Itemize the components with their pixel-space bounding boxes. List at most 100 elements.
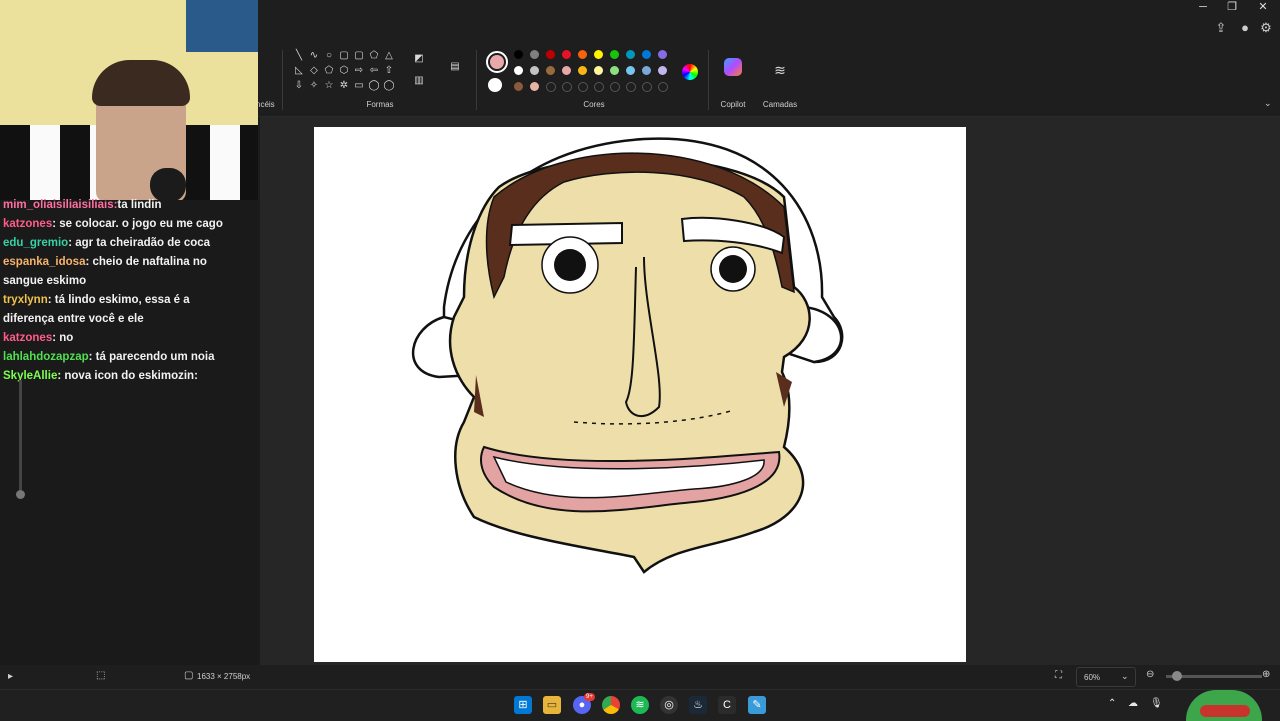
- edit-colors-icon[interactable]: [682, 64, 698, 80]
- outline-icon[interactable]: ◩: [412, 52, 426, 66]
- drawing-canvas[interactable]: [314, 127, 966, 662]
- chat-username[interactable]: SkyleAllie: [3, 370, 57, 382]
- shape-tool-20[interactable]: ◯: [382, 79, 396, 93]
- obs-icon[interactable]: ◎: [660, 696, 678, 714]
- collapse-ribbon-chevron-icon[interactable]: ⌄: [1264, 98, 1276, 109]
- color-swatch[interactable]: [546, 66, 555, 75]
- shapes-gallery[interactable]: ╲ ∿ ○ ▢ ▢ ⬠ △ ◺ ◇ ⬠ ⬡ ⇨ ⇦ ⇧ ⇩ ✧ ☆ ✲ ▭ ◯ ◯: [292, 49, 400, 97]
- color-swatch[interactable]: [530, 50, 539, 59]
- color-swatch[interactable]: [610, 50, 619, 59]
- color-swatch[interactable]: [610, 66, 619, 75]
- account-icon[interactable]: ●: [1237, 20, 1253, 36]
- color-swatch[interactable]: [642, 66, 651, 75]
- zoom-in-icon[interactable]: ⊕: [1262, 669, 1270, 680]
- chat-username[interactable]: katzones: [3, 218, 52, 230]
- empty-color-slot[interactable]: [546, 82, 556, 92]
- color-swatch[interactable]: [514, 82, 523, 91]
- shape-tool-15[interactable]: ✧: [307, 79, 321, 93]
- zoom-dropdown[interactable]: 60% ⌄: [1076, 667, 1136, 687]
- color-swatch[interactable]: [578, 66, 587, 75]
- shape-tool-12[interactable]: ⇦: [367, 64, 381, 78]
- fill-icon[interactable]: ▥: [412, 74, 426, 88]
- color-swatch[interactable]: [514, 66, 523, 75]
- empty-color-slot[interactable]: [626, 82, 636, 92]
- ccleaner-icon[interactable]: C: [718, 696, 736, 714]
- shape-tool-7[interactable]: ◺: [292, 64, 306, 78]
- chrome-icon[interactable]: [602, 696, 620, 714]
- empty-color-slot[interactable]: [658, 82, 668, 92]
- start-windows-icon[interactable]: ⊞: [514, 696, 532, 714]
- shape-tool-13[interactable]: ⇧: [382, 64, 396, 78]
- streamer-hair: [92, 60, 190, 106]
- shape-tool-3[interactable]: ▢: [337, 49, 351, 63]
- color-swatch[interactable]: [658, 66, 667, 75]
- shape-tool-0[interactable]: ╲: [292, 49, 306, 63]
- color-swatch[interactable]: [562, 50, 571, 59]
- color-swatch[interactable]: [594, 66, 603, 75]
- zoom-slider-thumb[interactable]: [1172, 671, 1182, 681]
- color-swatch[interactable]: [594, 50, 603, 59]
- color-swatch[interactable]: [658, 50, 667, 59]
- layers-icon[interactable]: ≋: [772, 62, 788, 78]
- empty-color-slot[interactable]: [578, 82, 588, 92]
- shape-tool-16[interactable]: ☆: [322, 79, 336, 93]
- color-swatch[interactable]: [546, 50, 555, 59]
- color-swatch[interactable]: [626, 50, 635, 59]
- shape-tool-9[interactable]: ⬠: [322, 64, 336, 78]
- chat-username[interactable]: katzones: [3, 332, 52, 344]
- color-swatch[interactable]: [530, 66, 539, 75]
- empty-color-slot[interactable]: [594, 82, 604, 92]
- file-explorer-icon[interactable]: ▭: [543, 696, 561, 714]
- settings-gear-icon[interactable]: ⚙: [1258, 20, 1274, 36]
- color-swatch[interactable]: [562, 66, 571, 75]
- copilot-icon[interactable]: [724, 58, 742, 76]
- chat-username[interactable]: espanka_idosa: [3, 256, 85, 268]
- shape-size-icon[interactable]: ▤: [448, 60, 462, 74]
- primary-color-swatch[interactable]: [486, 51, 508, 73]
- secondary-color-swatch[interactable]: [488, 78, 502, 92]
- shape-tool-19[interactable]: ◯: [367, 79, 381, 93]
- chat-text: diferença entre você e ele: [3, 313, 144, 325]
- shape-tool-18[interactable]: ▭: [352, 79, 366, 93]
- color-swatch[interactable]: [530, 82, 539, 91]
- zoom-out-icon[interactable]: ⊖: [1146, 669, 1154, 680]
- color-swatch[interactable]: [642, 50, 651, 59]
- chat-message: edu_gremio: agr ta cheiradão de coca: [0, 234, 258, 253]
- empty-color-slot[interactable]: [642, 82, 652, 92]
- restore-button[interactable]: ❐: [1217, 0, 1247, 16]
- shape-tool-17[interactable]: ✲: [337, 79, 351, 93]
- chat-username[interactable]: tryxlynn: [3, 294, 48, 306]
- empty-color-slot[interactable]: [562, 82, 572, 92]
- chat-username[interactable]: lahlahdozapzap: [3, 351, 89, 363]
- shape-tool-14[interactable]: ⇩: [292, 79, 306, 93]
- chevron-up-icon[interactable]: ⌃: [1108, 698, 1116, 709]
- shape-tool-2[interactable]: ○: [322, 49, 336, 63]
- color-swatch[interactable]: [578, 50, 587, 59]
- microphone-tray-icon[interactable]: 🎙: [1150, 698, 1163, 709]
- shape-tool-11[interactable]: ⇨: [352, 64, 366, 78]
- chat-message: katzones: no: [0, 329, 258, 348]
- share-icon[interactable]: ⇪: [1213, 20, 1229, 36]
- chat-username[interactable]: mim_oliaisiliaisiliais:: [3, 199, 117, 211]
- chat-text: : tá parecendo um noia: [88, 351, 215, 363]
- steam-icon[interactable]: ♨: [689, 696, 707, 714]
- spotify-icon[interactable]: ≋: [631, 696, 649, 714]
- shape-tool-5[interactable]: ⬠: [367, 49, 381, 63]
- chat-scroll-thumb[interactable]: [16, 490, 25, 499]
- shape-tool-8[interactable]: ◇: [307, 64, 321, 78]
- layers-group-label: Camadas: [762, 100, 798, 109]
- empty-color-slot[interactable]: [610, 82, 620, 92]
- paint-icon[interactable]: ✎: [748, 696, 766, 714]
- color-swatch[interactable]: [514, 50, 523, 59]
- minimize-button[interactable]: ─: [1188, 0, 1218, 16]
- shape-tool-1[interactable]: ∿: [307, 49, 321, 63]
- shape-tool-10[interactable]: ⬡: [337, 64, 351, 78]
- network-icon[interactable]: ☁: [1128, 698, 1138, 709]
- shape-tool-4[interactable]: ▢: [352, 49, 366, 63]
- color-swatch[interactable]: [626, 66, 635, 75]
- close-button[interactable]: ✕: [1248, 0, 1278, 16]
- chat-username[interactable]: edu_gremio: [3, 237, 68, 249]
- fit-to-window-icon[interactable]: ⛶: [1055, 670, 1062, 681]
- shape-tool-6[interactable]: △: [382, 49, 396, 63]
- chat-scroll-track[interactable]: [19, 380, 22, 490]
